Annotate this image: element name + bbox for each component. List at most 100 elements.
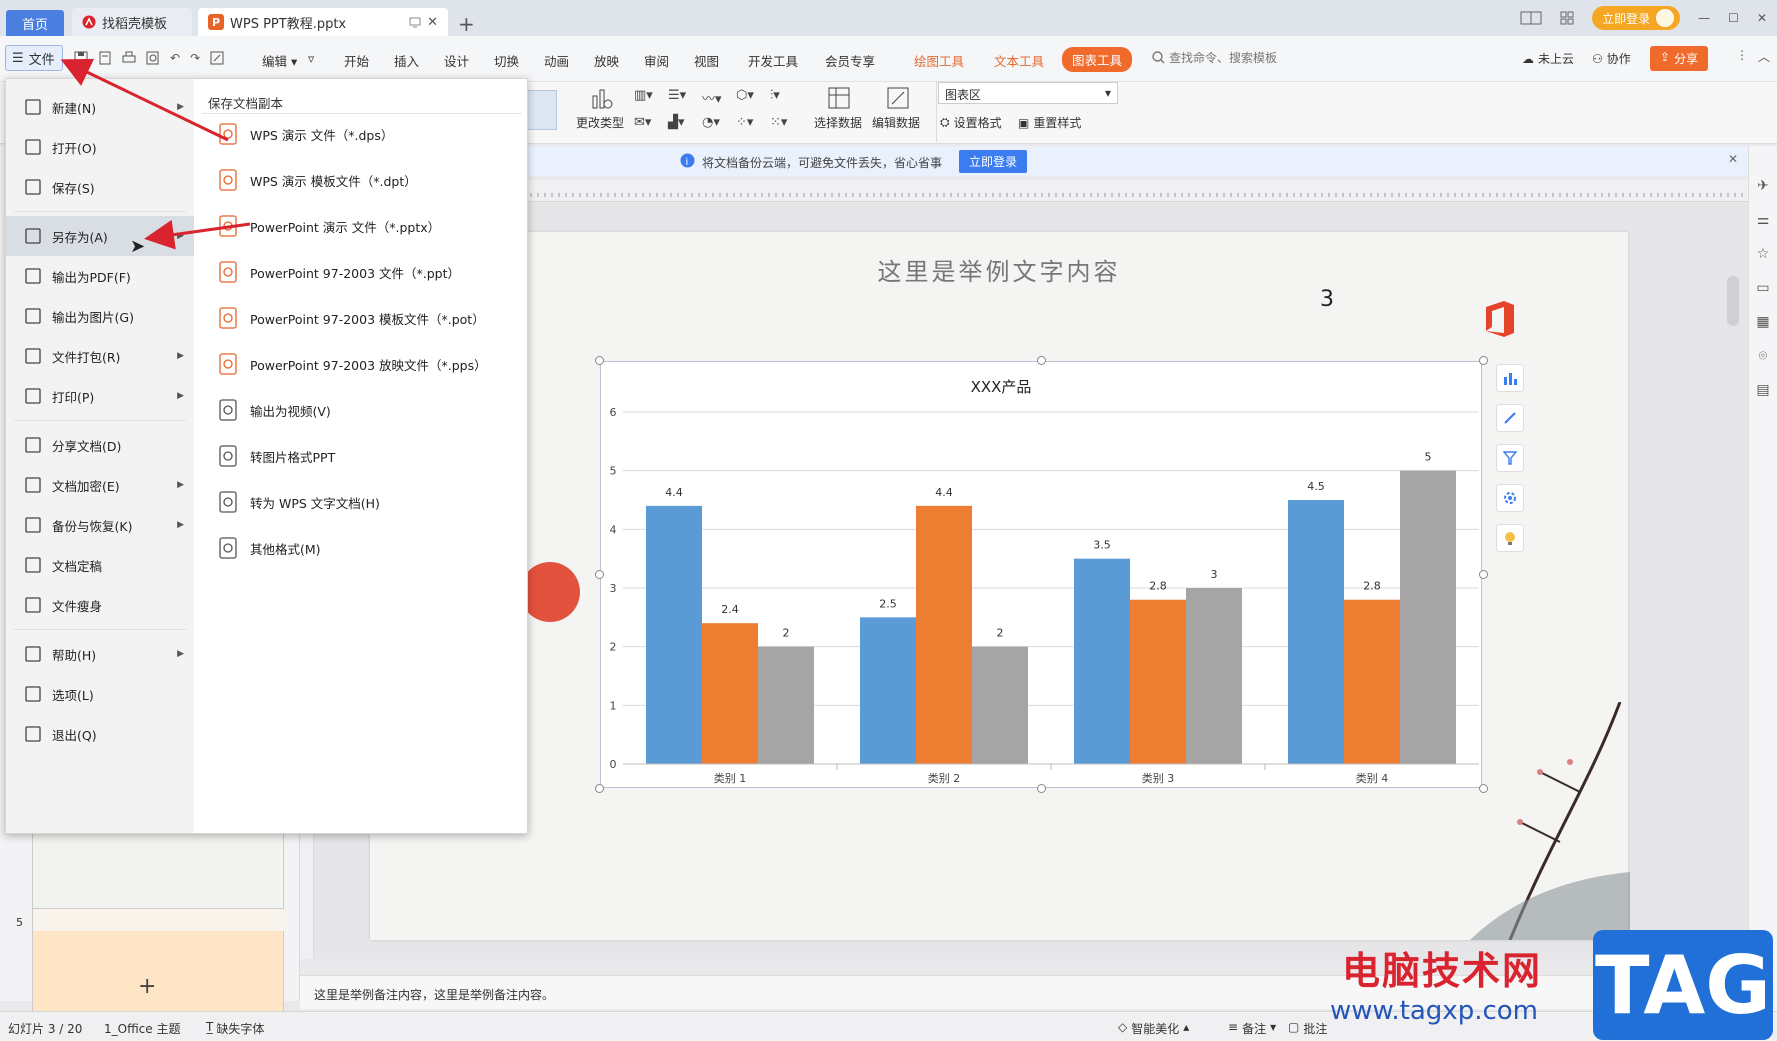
file-menu-item-image-export[interactable]: 输出为图片(G) (6, 296, 194, 336)
adjust-icon[interactable]: ⚌ (1757, 212, 1770, 228)
rocket-icon[interactable]: ✈ (1757, 178, 1769, 194)
menu-insert[interactable]: 插入 (394, 51, 419, 70)
close-window-icon[interactable]: ✕ (1757, 11, 1767, 25)
reset-style-button[interactable]: ▣ 重置样式 (1018, 114, 1081, 131)
resize-handle-br[interactable] (1479, 784, 1488, 793)
cloud-status[interactable]: ☁ 未上云 (1522, 50, 1574, 67)
close-notice-icon[interactable]: ✕ (1728, 152, 1738, 166)
transition-icon[interactable]: ▭ (1756, 280, 1769, 296)
menu-review[interactable]: 审阅 (644, 51, 669, 70)
select-data-label[interactable]: 选择数据 (814, 114, 862, 131)
chart-filter-button[interactable] (1496, 444, 1524, 472)
combo-chart-icon[interactable]: ▟▾ (668, 115, 702, 130)
vertical-scrollbar-thumb[interactable] (1727, 276, 1739, 326)
file-menu-item-save[interactable]: 保存(S) (6, 167, 194, 207)
bubble-chart-icon[interactable]: ⁙▾ (770, 115, 804, 130)
file-menu-item-lock[interactable]: 文档加密(E) ▶ (6, 465, 194, 505)
file-menu-item-exit[interactable]: 退出(Q) (6, 714, 194, 754)
menu-transition[interactable]: 切换 (494, 51, 519, 70)
image-icon[interactable]: ▦ (1756, 314, 1769, 330)
menu-view[interactable]: 视图 (694, 51, 719, 70)
bar-chart-icon[interactable]: ☰▾ (668, 88, 702, 107)
file-menu-item-new-file[interactable]: 新建(N) ▶ (6, 87, 194, 127)
save-quick-icon[interactable] (74, 51, 88, 65)
file-menu-item-save-as[interactable]: 另存为(A) ▶ (6, 216, 194, 256)
chart-area[interactable]: XXX产品 0 1 2 3 4 5 6 4.4 2.4 2 类别 1 2.5 4.4 2 类别 2 3.5 2.8… (600, 361, 1482, 788)
save-as-option[interactable]: PowerPoint 97-2003 放映文件（*.pps） (218, 349, 487, 379)
change-type-label[interactable]: 更改类型 (576, 114, 624, 131)
maximize-icon[interactable]: ☐ (1728, 11, 1739, 25)
mail-chart-icon[interactable]: ✉▾ (634, 115, 668, 130)
notes-text[interactable]: 这里是举例备注内容，这里是举例备注内容。 (314, 986, 554, 1003)
minimize-icon[interactable]: — (1698, 11, 1710, 25)
select-data-icon[interactable] (827, 86, 851, 110)
slide-title[interactable]: 这里是举例文字内容 (370, 252, 1628, 287)
chart-settings-button[interactable] (1496, 484, 1524, 512)
tab-home[interactable]: 首页 (6, 10, 64, 36)
more-options-icon[interactable]: ⋮ (1736, 48, 1748, 62)
reading-mode-icon[interactable] (1520, 11, 1542, 25)
save-as-option[interactable]: PowerPoint 演示 文件（*.pptx） (218, 211, 440, 241)
undo-icon[interactable]: ↶ (170, 51, 180, 65)
chart-style-button[interactable] (1496, 404, 1524, 432)
close-tab-icon[interactable]: ✕ (427, 15, 438, 30)
edit-icon[interactable] (210, 51, 224, 65)
save-as-option[interactable]: WPS 演示 文件（*.dps） (218, 119, 393, 149)
slide-thumbnail-5[interactable] (32, 908, 285, 1018)
save-as-option[interactable]: 转为 WPS 文字文档(H) (218, 487, 380, 517)
radar-chart-icon[interactable]: ⬡▾ (736, 88, 770, 107)
tab-drawing-tools[interactable]: 绘图工具 (914, 51, 964, 70)
file-menu-item-gear[interactable]: 选项(L) (6, 674, 194, 714)
resize-handle-mr[interactable] (1479, 570, 1488, 579)
command-search[interactable]: 查找命令、搜索模板 (1152, 49, 1277, 66)
save-as-option[interactable]: PowerPoint 97-2003 文件（*.ppt） (218, 257, 460, 287)
menu-more-icon[interactable]: ▿ (308, 51, 314, 66)
stock-chart-icon[interactable]: ⫶▾ (770, 88, 804, 107)
tab-text-tools[interactable]: 文本工具 (994, 51, 1044, 70)
menu-member[interactable]: 会员专享 (825, 51, 875, 70)
notice-login-button[interactable]: 立即登录 (959, 150, 1028, 173)
share-button[interactable]: ⇪ 分享 (1650, 46, 1709, 71)
resize-handle-tr[interactable] (1479, 356, 1488, 365)
edit-data-icon[interactable] (886, 86, 910, 110)
set-format-button[interactable]: ⛭ 设置格式 (940, 114, 1002, 131)
file-menu-item-package[interactable]: 文件打包(R) ▶ (6, 336, 194, 376)
menu-developer[interactable]: 开发工具 (748, 51, 798, 70)
file-menu-item-finalize[interactable]: 文档定稿 (6, 545, 194, 585)
chart-ideas-button[interactable] (1496, 524, 1524, 552)
file-menu-item-backup[interactable]: 备份与恢复(K) ▶ (6, 505, 194, 545)
resize-handle-tm[interactable] (1037, 356, 1046, 365)
smart-beautify-button[interactable]: ◇ 智能美化 ▴ (1118, 1020, 1189, 1037)
pie-chart-icon[interactable]: ◔▾ (702, 115, 736, 130)
chart-element-select[interactable]: 图表区 ▾ (938, 82, 1118, 104)
file-menu-button[interactable]: ☰ 文件 (5, 45, 63, 71)
menu-home[interactable]: 开始 (344, 51, 369, 70)
menu-design[interactable]: 设计 (444, 51, 469, 70)
change-type-icon[interactable] (590, 86, 614, 110)
slide-number-text[interactable]: 3 (1320, 287, 1334, 312)
add-tab-icon[interactable]: + (458, 12, 475, 36)
edit-data-label[interactable]: 编辑数据 (872, 114, 920, 131)
tab-document[interactable]: P WPS PPT教程.pptx ✕ (198, 8, 448, 36)
redo-icon[interactable]: ↷ (190, 51, 200, 65)
file-menu-item-folder-open[interactable]: 打开(O) (6, 127, 194, 167)
save-as-option[interactable]: WPS 演示 模板文件（*.dpt） (218, 165, 417, 195)
file-menu-item-print[interactable]: 打印(P) ▶ (6, 376, 194, 416)
scatter-chart-icon[interactable]: ⁘▾ (736, 115, 770, 130)
grid-apps-icon[interactable] (1560, 11, 1574, 25)
comment-button[interactable]: ▢ 批注 (1288, 1020, 1327, 1037)
menu-animation[interactable]: 动画 (544, 51, 569, 70)
save-as-option[interactable]: PowerPoint 97-2003 模板文件（*.pot） (218, 303, 485, 333)
theme-name[interactable]: 1_Office 主题 (104, 1020, 180, 1037)
menu-slideshow[interactable]: 放映 (594, 51, 619, 70)
print-quick-icon[interactable] (122, 51, 136, 65)
login-button[interactable]: 立即登录 (1592, 6, 1681, 30)
resize-handle-ml[interactable] (595, 570, 604, 579)
file-menu-item-help[interactable]: 帮助(H) ▶ (6, 634, 194, 674)
line-chart-icon[interactable]: 〰▾ (702, 88, 736, 107)
location-icon[interactable]: ⌾ (1759, 348, 1767, 364)
notes-toggle-button[interactable]: ≡ 备注 ▾ (1228, 1020, 1276, 1037)
tab-templates[interactable]: 找稻壳模板 (72, 8, 192, 36)
file-menu-item-pdf[interactable]: 输出为PDF(F) (6, 256, 194, 296)
preview-quick-icon[interactable] (146, 51, 160, 65)
